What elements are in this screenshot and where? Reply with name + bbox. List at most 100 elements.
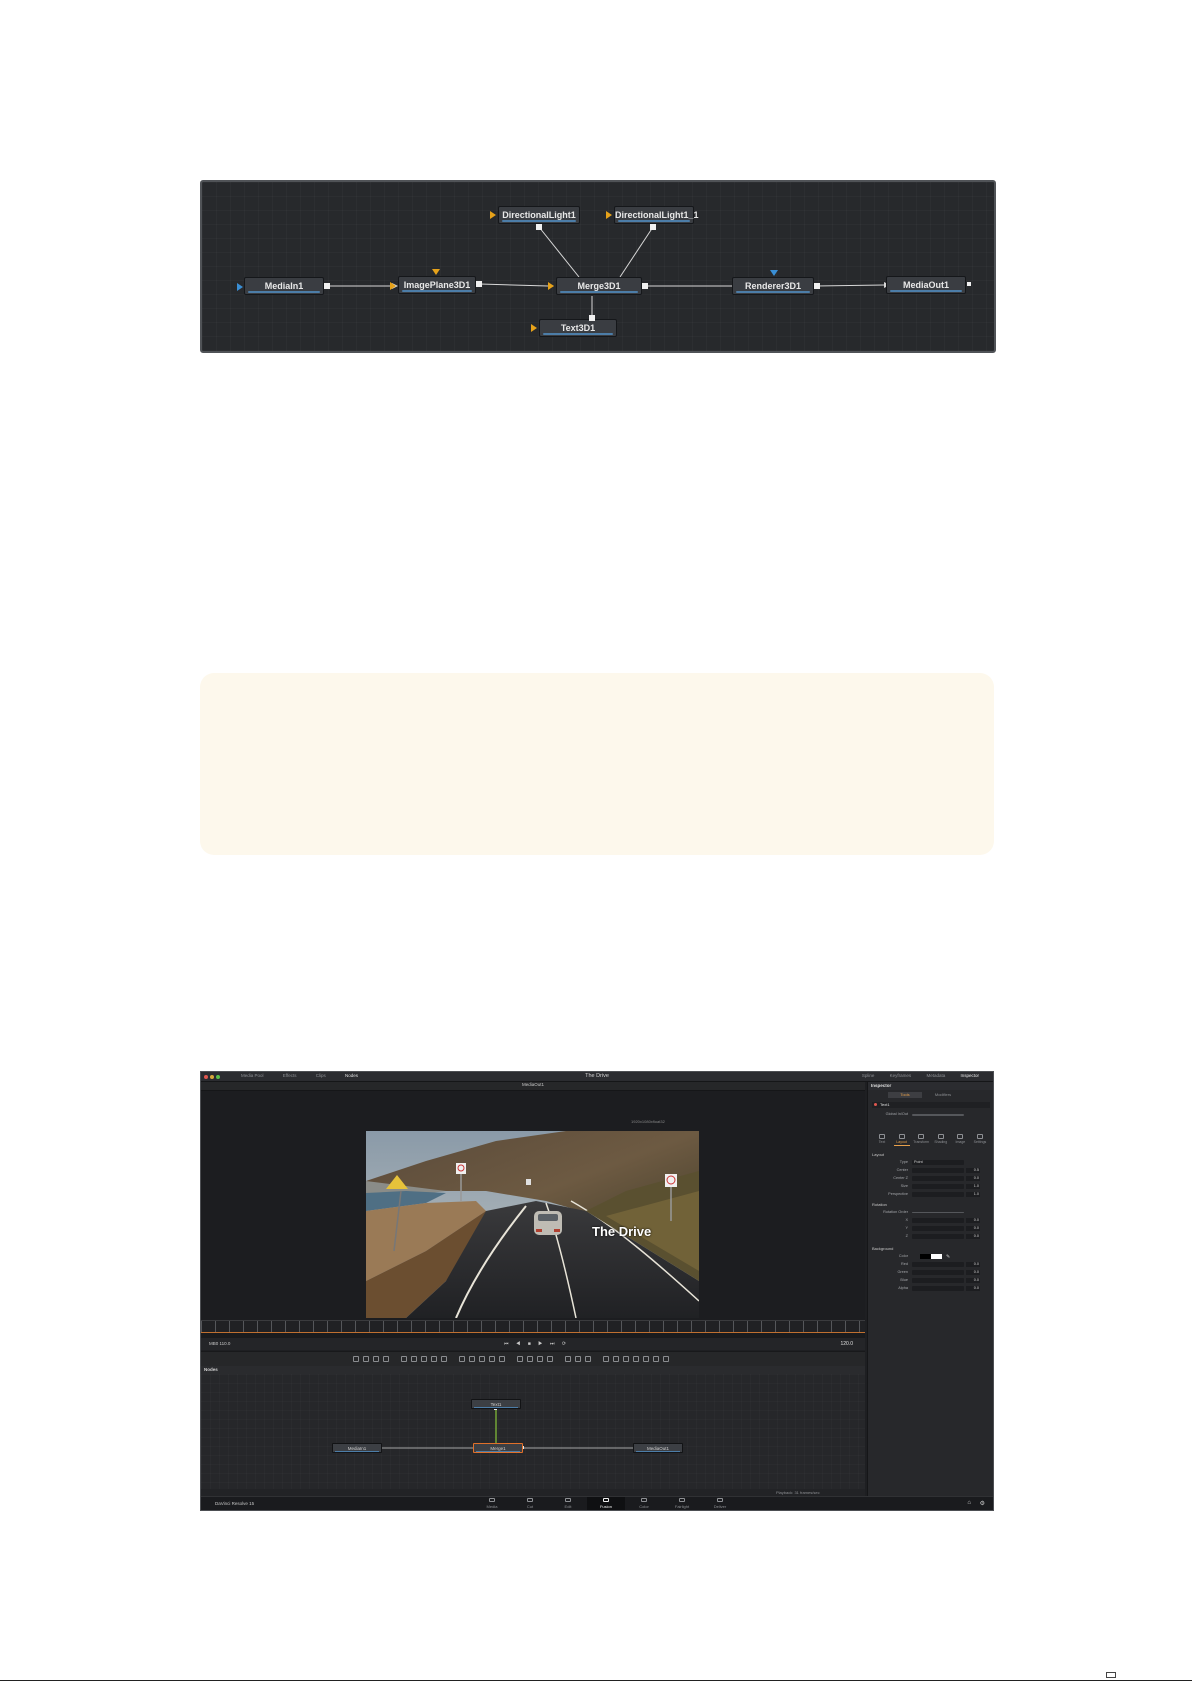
row-value[interactable]: 0.0 xyxy=(966,1226,980,1231)
eyedropper-icon[interactable]: ✎ xyxy=(946,1254,950,1260)
tool-renderer3d-icon[interactable] xyxy=(653,1356,659,1362)
row-field[interactable] xyxy=(912,1168,964,1173)
tool-brush-icon[interactable] xyxy=(383,1356,389,1362)
tool-text3d-icon[interactable] xyxy=(603,1356,609,1362)
section-rotation[interactable]: Rotation xyxy=(872,1202,887,1207)
tool-background-icon[interactable] xyxy=(353,1356,359,1362)
inspector-row[interactable]: Center 0.5 xyxy=(868,1168,993,1174)
node-mediain[interactable]: MediaIn1 xyxy=(244,277,324,295)
tool-resize-icon[interactable] xyxy=(489,1356,495,1362)
tool-light-icon[interactable] xyxy=(643,1356,649,1362)
node-text3d[interactable]: Text3D1 xyxy=(539,319,617,337)
output-port[interactable] xyxy=(642,283,648,289)
row-field[interactable] xyxy=(912,1184,964,1189)
tool-crop-icon[interactable] xyxy=(499,1356,505,1362)
inspector-row[interactable]: Rotation Order xyxy=(868,1210,993,1216)
tool-render-icon[interactable] xyxy=(585,1356,591,1362)
tool-blur-icon[interactable] xyxy=(459,1356,465,1362)
node-merge3d[interactable]: Merge3D1 xyxy=(556,277,642,295)
tool-text-icon[interactable] xyxy=(373,1356,379,1362)
row-value[interactable]: 0.0 xyxy=(966,1218,980,1223)
row-field[interactable] xyxy=(912,1234,964,1239)
tool-emitter-icon[interactable] xyxy=(575,1356,581,1362)
node-imageplane3d[interactable]: ImagePlane3D1 xyxy=(398,276,476,294)
output-port[interactable] xyxy=(536,224,542,230)
row-value[interactable]: 1.0 xyxy=(966,1184,980,1189)
tab-text[interactable]: Text xyxy=(874,1134,890,1146)
page-deliver[interactable]: Deliver xyxy=(701,1497,739,1510)
timecode-left[interactable]: MB0 110.0 xyxy=(209,1341,230,1346)
row-field[interactable] xyxy=(912,1218,964,1223)
tool-ellipse-icon[interactable] xyxy=(527,1356,533,1362)
page-media[interactable]: Media xyxy=(473,1497,511,1510)
gear-icon[interactable]: ⚙ xyxy=(980,1500,985,1507)
input-arrow-icon[interactable] xyxy=(531,324,537,332)
tool-camera3d-icon[interactable] xyxy=(633,1356,639,1362)
nodes-panel[interactable]: MediaIn1 Text1 Merge1 MediaOut1 xyxy=(201,1374,865,1498)
timecode-right[interactable]: 120.0 xyxy=(840,1341,853,1347)
playback-controls[interactable]: ⏮ ◀ ■ ▶ ⏭ ⟳ xyxy=(504,1341,569,1347)
inspector-row[interactable]: Size 1.0 xyxy=(868,1184,993,1190)
tab-shading[interactable]: Shading xyxy=(933,1134,949,1146)
tool-transform-icon[interactable] xyxy=(441,1356,447,1362)
tool-color-icon[interactable] xyxy=(469,1356,475,1362)
output-port[interactable] xyxy=(814,283,820,289)
node-directionallight[interactable]: DirectionalLight1 xyxy=(498,206,580,224)
row-value[interactable]: 1.0 xyxy=(966,1192,980,1197)
inspector-row[interactable]: Type Point xyxy=(868,1160,993,1166)
toolbar-spline[interactable]: Spline xyxy=(862,1073,875,1078)
tab-layout[interactable]: Layout xyxy=(893,1134,910,1146)
viewer[interactable]: The Drive 1920x1080xfloat32 xyxy=(201,1091,865,1332)
tool-paint-icon[interactable] xyxy=(363,1356,369,1362)
tool-header[interactable]: Text1 xyxy=(872,1102,990,1108)
tool-merge-icon[interactable] xyxy=(401,1356,407,1362)
tab-tools[interactable]: Tools xyxy=(888,1092,922,1098)
page-cut[interactable]: Cut xyxy=(511,1497,549,1510)
row-value[interactable]: 0.0 xyxy=(966,1234,980,1239)
page-color[interactable]: Color xyxy=(625,1497,663,1510)
row-field[interactable] xyxy=(912,1286,964,1291)
page-fusion[interactable]: Fusion xyxy=(587,1497,625,1510)
range-slider[interactable] xyxy=(912,1114,964,1116)
node-mediaout-small[interactable]: MediaOut1 xyxy=(633,1443,683,1453)
tool-tracker-icon[interactable] xyxy=(537,1356,543,1362)
row-field[interactable] xyxy=(912,1270,964,1275)
row-value[interactable]: 0.0 xyxy=(966,1286,980,1291)
node-mediain-small[interactable]: MediaIn1 xyxy=(332,1443,382,1453)
page-edit[interactable]: Edit xyxy=(549,1497,587,1510)
output-port[interactable] xyxy=(476,281,482,287)
mask-input-arrow-icon[interactable] xyxy=(237,283,243,291)
row-field[interactable] xyxy=(912,1212,964,1213)
inspector-row-global-inout[interactable]: Global In/Out xyxy=(868,1112,993,1118)
row-value[interactable]: 0.5 xyxy=(966,1168,980,1173)
row-field[interactable] xyxy=(912,1262,964,1267)
inspector-row[interactable]: Y 0.0 xyxy=(868,1226,993,1232)
row-field[interactable] xyxy=(912,1192,964,1197)
inspector-row[interactable]: Color ✎ xyxy=(868,1254,993,1260)
node-mediaout[interactable]: MediaOut1 xyxy=(886,276,966,294)
tool-merge3d-icon[interactable] xyxy=(623,1356,629,1362)
inspector-row[interactable]: X 0.0 xyxy=(868,1218,993,1224)
tool-polygon-icon[interactable] xyxy=(421,1356,427,1362)
toolbar-metadata[interactable]: Metadata xyxy=(926,1073,945,1078)
node-text-small[interactable]: Text1 xyxy=(471,1399,521,1409)
tool-shape3d-icon[interactable] xyxy=(613,1356,619,1362)
tool-matte-icon[interactable] xyxy=(479,1356,485,1362)
section-background[interactable]: Background xyxy=(872,1246,893,1251)
tool-bspline-icon[interactable] xyxy=(431,1356,437,1362)
node-renderer3d[interactable]: Renderer3D1 xyxy=(732,277,814,295)
node-merge-small[interactable]: Merge1 xyxy=(473,1443,523,1453)
tab-transform[interactable]: Transform xyxy=(913,1134,929,1146)
tool-rectangle-icon[interactable] xyxy=(517,1356,523,1362)
tool-particles-icon[interactable] xyxy=(565,1356,571,1362)
row-field[interactable]: Point xyxy=(912,1160,964,1165)
tool-mask-icon[interactable] xyxy=(411,1356,417,1362)
tool-imageplane-icon[interactable] xyxy=(663,1356,669,1362)
inspector-row[interactable]: Alpha 0.0 xyxy=(868,1286,993,1292)
inspector-row[interactable]: Z 0.0 xyxy=(868,1234,993,1240)
output-port[interactable] xyxy=(324,283,330,289)
input-arrow-icon[interactable] xyxy=(548,282,554,290)
toolbar-inspector[interactable]: Inspector xyxy=(960,1073,979,1078)
tab-settings[interactable]: Settings xyxy=(972,1134,988,1146)
output-port[interactable] xyxy=(589,315,595,321)
